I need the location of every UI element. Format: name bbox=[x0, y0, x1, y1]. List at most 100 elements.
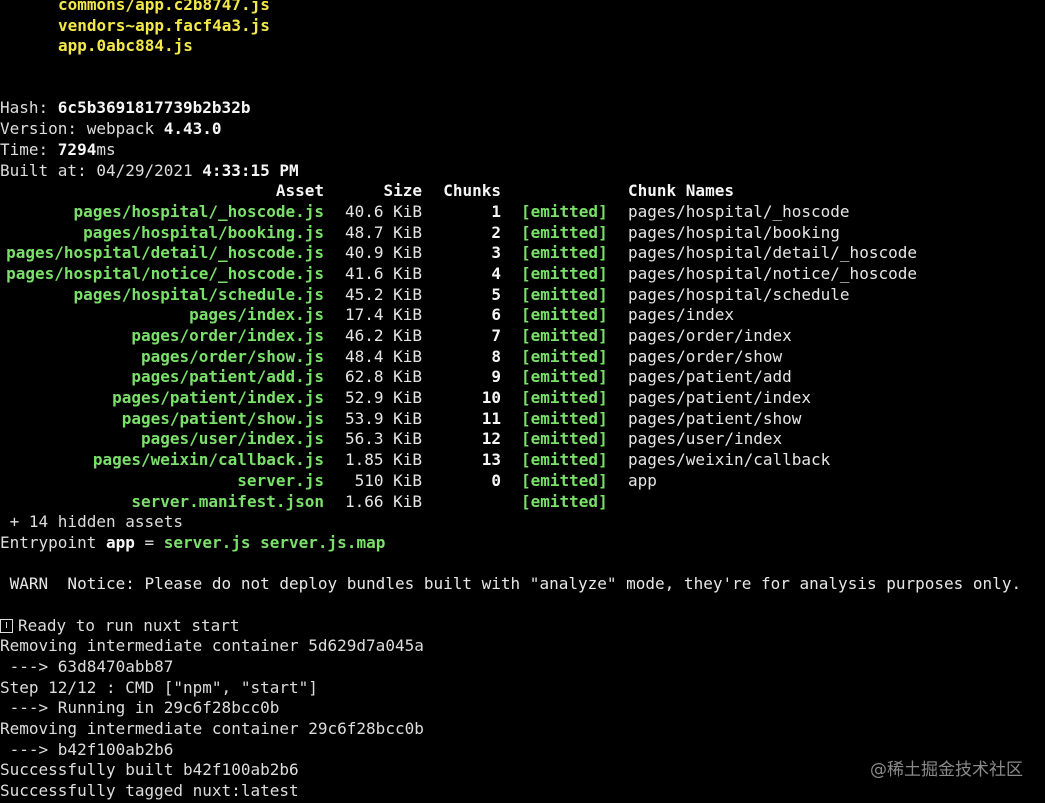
built-at-label: Built at: 04/29/2021 bbox=[0, 160, 203, 180]
asset-status: [emitted] bbox=[521, 263, 608, 283]
entrypoint-name: app bbox=[105, 532, 135, 552]
asset-name: pages/patient/index.js bbox=[112, 388, 324, 408]
hash-line: Hash: 6c5b3691817739b2b32b bbox=[0, 98, 1045, 119]
asset-row: pages/order/index.js 46.2 KiB 7 [emitted] pa… bbox=[0, 326, 1045, 347]
asset-size: 510 KiB bbox=[354, 470, 422, 490]
docker-log-line: Removing intermediate container 29c6f28b… bbox=[0, 719, 424, 739]
asset-row: server.js 510 KiB 0 [emitted] app bbox=[0, 471, 1045, 492]
asset-row: pages/hospital/detail/_hoscode.js 40.9 Ki… bbox=[0, 243, 1045, 264]
asset-row: pages/hospital/schedule.js 45.2 KiB 5 [emit… bbox=[0, 285, 1045, 306]
asset-status: [emitted] bbox=[521, 450, 608, 470]
bundle-file-list: commons/app.c2b8747.js vendors~app.facf4a… bbox=[0, 0, 1045, 57]
header-size: Size bbox=[383, 181, 422, 201]
asset-name: pages/hospital/_hoscode.js bbox=[73, 201, 324, 221]
asset-size: 53.9 KiB bbox=[344, 408, 422, 428]
built-at-time: 4:33:15 PM bbox=[202, 160, 299, 180]
asset-chunk-id: 10 bbox=[481, 388, 501, 408]
asset-chunk-id: 5 bbox=[491, 284, 501, 304]
built-at-line: Built at: 04/29/2021 4:33:15 PM bbox=[0, 161, 1045, 182]
asset-row: pages/index.js 17.4 KiB 6 [emitted] pages/in… bbox=[0, 305, 1045, 326]
terminal-output: commons/app.c2b8747.js vendors~app.facf4a… bbox=[0, 0, 1045, 802]
time-line: Time: 7294ms bbox=[0, 140, 1045, 161]
asset-size: 41.6 KiB bbox=[344, 263, 422, 283]
asset-row: pages/patient/add.js 62.8 KiB 9 [emitted] pa… bbox=[0, 367, 1045, 388]
asset-row: pages/patient/show.js 53.9 KiB 11 [emitted]… bbox=[0, 409, 1045, 430]
version-value: 4.43.0 bbox=[163, 119, 222, 139]
ready-text: Ready to run nuxt start bbox=[18, 615, 240, 635]
asset-chunk-id: 7 bbox=[491, 326, 501, 345]
info-box-icon bbox=[0, 618, 13, 633]
asset-name: server.js bbox=[237, 470, 324, 490]
asset-size: 48.7 KiB bbox=[344, 222, 422, 242]
time-label: Time: bbox=[0, 139, 58, 159]
docker-log-line: ---> 63d8470abb87 bbox=[0, 657, 174, 676]
asset-name: pages/order/index.js bbox=[131, 326, 324, 345]
entrypoint-line: Entrypoint app = server.js server.js.map bbox=[0, 533, 1045, 554]
asset-name: pages/weixin/callback.js bbox=[92, 450, 324, 470]
asset-name: pages/hospital/booking.js bbox=[83, 222, 324, 242]
asset-status: [emitted] bbox=[521, 388, 608, 408]
asset-chunk-name: pages/hospital/notice/_hoscode bbox=[628, 263, 917, 283]
asset-size: 40.6 KiB bbox=[344, 201, 422, 221]
asset-chunk-id: 6 bbox=[491, 305, 501, 325]
asset-table-body: pages/hospital/_hoscode.js 40.6 KiB 1 [emit… bbox=[0, 202, 1045, 512]
time-value: 7294 bbox=[57, 139, 97, 159]
asset-size: 45.2 KiB bbox=[344, 284, 422, 304]
asset-status: [emitted] bbox=[521, 201, 608, 221]
asset-name: server.manifest.json bbox=[131, 491, 324, 511]
asset-row: pages/weixin/callback.js 1.85 KiB 13 [emitt… bbox=[0, 450, 1045, 471]
asset-size: 1.66 KiB bbox=[344, 491, 422, 511]
docker-log-line: Removing intermediate container 5d629d7a… bbox=[0, 636, 424, 656]
asset-status: [emitted] bbox=[521, 429, 608, 449]
hash-value: 6c5b3691817739b2b32b bbox=[57, 98, 251, 118]
asset-chunk-id: 11 bbox=[481, 408, 501, 428]
asset-size: 48.4 KiB bbox=[344, 346, 422, 366]
asset-chunk-id: 4 bbox=[491, 263, 501, 283]
docker-log-line: Successfully tagged nuxt:latest bbox=[0, 781, 299, 801]
asset-name: pages/patient/add.js bbox=[131, 367, 324, 387]
version-label: Version: webpack bbox=[0, 119, 164, 139]
asset-status: [emitted] bbox=[521, 222, 608, 242]
asset-name: pages/hospital/schedule.js bbox=[73, 284, 324, 304]
asset-status: [emitted] bbox=[521, 470, 608, 490]
header-chunks: Chunks bbox=[443, 181, 501, 201]
asset-name: pages/order/show.js bbox=[140, 346, 324, 366]
docker-log-line: ---> Running in 29c6f28bcc0b bbox=[0, 698, 280, 718]
asset-chunk-id: 13 bbox=[481, 450, 501, 470]
asset-size: 56.3 KiB bbox=[344, 429, 422, 449]
asset-row: pages/hospital/booking.js 48.7 KiB 2 [emitt… bbox=[0, 223, 1045, 244]
bundle-file: vendors~app.facf4a3.js bbox=[58, 15, 270, 35]
entrypoint-equals: = bbox=[134, 532, 164, 552]
asset-chunk-name: pages/weixin/callback bbox=[628, 450, 831, 470]
ready-line: Ready to run nuxt start bbox=[0, 616, 1045, 637]
docker-log-line: ---> b42f100ab2b6 bbox=[0, 739, 174, 759]
asset-table-header: Asset Size Chunks Chunk Names bbox=[0, 181, 1045, 202]
asset-chunk-name: pages/hospital/booking bbox=[628, 222, 840, 242]
asset-size: 46.2 KiB bbox=[344, 326, 422, 345]
asset-size: 1.85 KiB bbox=[344, 450, 422, 470]
asset-name: pages/hospital/notice/_hoscode.js bbox=[6, 263, 324, 283]
asset-status: [emitted] bbox=[521, 346, 608, 366]
asset-status: [emitted] bbox=[521, 243, 608, 263]
bundle-file: commons/app.c2b8747.js bbox=[58, 0, 270, 14]
asset-name: pages/patient/show.js bbox=[121, 408, 324, 428]
asset-chunk-name: app bbox=[628, 470, 657, 490]
asset-status: [emitted] bbox=[521, 408, 608, 428]
asset-status: [emitted] bbox=[521, 326, 608, 345]
hidden-assets-line: + 14 hidden assets bbox=[0, 512, 184, 532]
asset-name: pages/hospital/detail/_hoscode.js bbox=[6, 243, 324, 263]
version-line: Version: webpack 4.43.0 bbox=[0, 119, 1045, 140]
asset-chunk-name: pages/order/index bbox=[628, 326, 792, 345]
asset-row: pages/user/index.js 56.3 KiB 12 [emitted] pa… bbox=[0, 429, 1045, 450]
asset-chunk-id: 1 bbox=[491, 201, 501, 221]
asset-chunk-name: pages/hospital/detail/_hoscode bbox=[628, 243, 917, 263]
header-asset: Asset bbox=[275, 181, 324, 201]
asset-row: pages/patient/index.js 52.9 KiB 10 [emitted… bbox=[0, 388, 1045, 409]
bundle-file: app.0abc884.js bbox=[58, 36, 193, 56]
asset-row: pages/hospital/notice/_hoscode.js 41.6 Ki… bbox=[0, 264, 1045, 285]
asset-size: 17.4 KiB bbox=[344, 305, 422, 325]
header-chunk-names: Chunk Names bbox=[628, 181, 734, 201]
